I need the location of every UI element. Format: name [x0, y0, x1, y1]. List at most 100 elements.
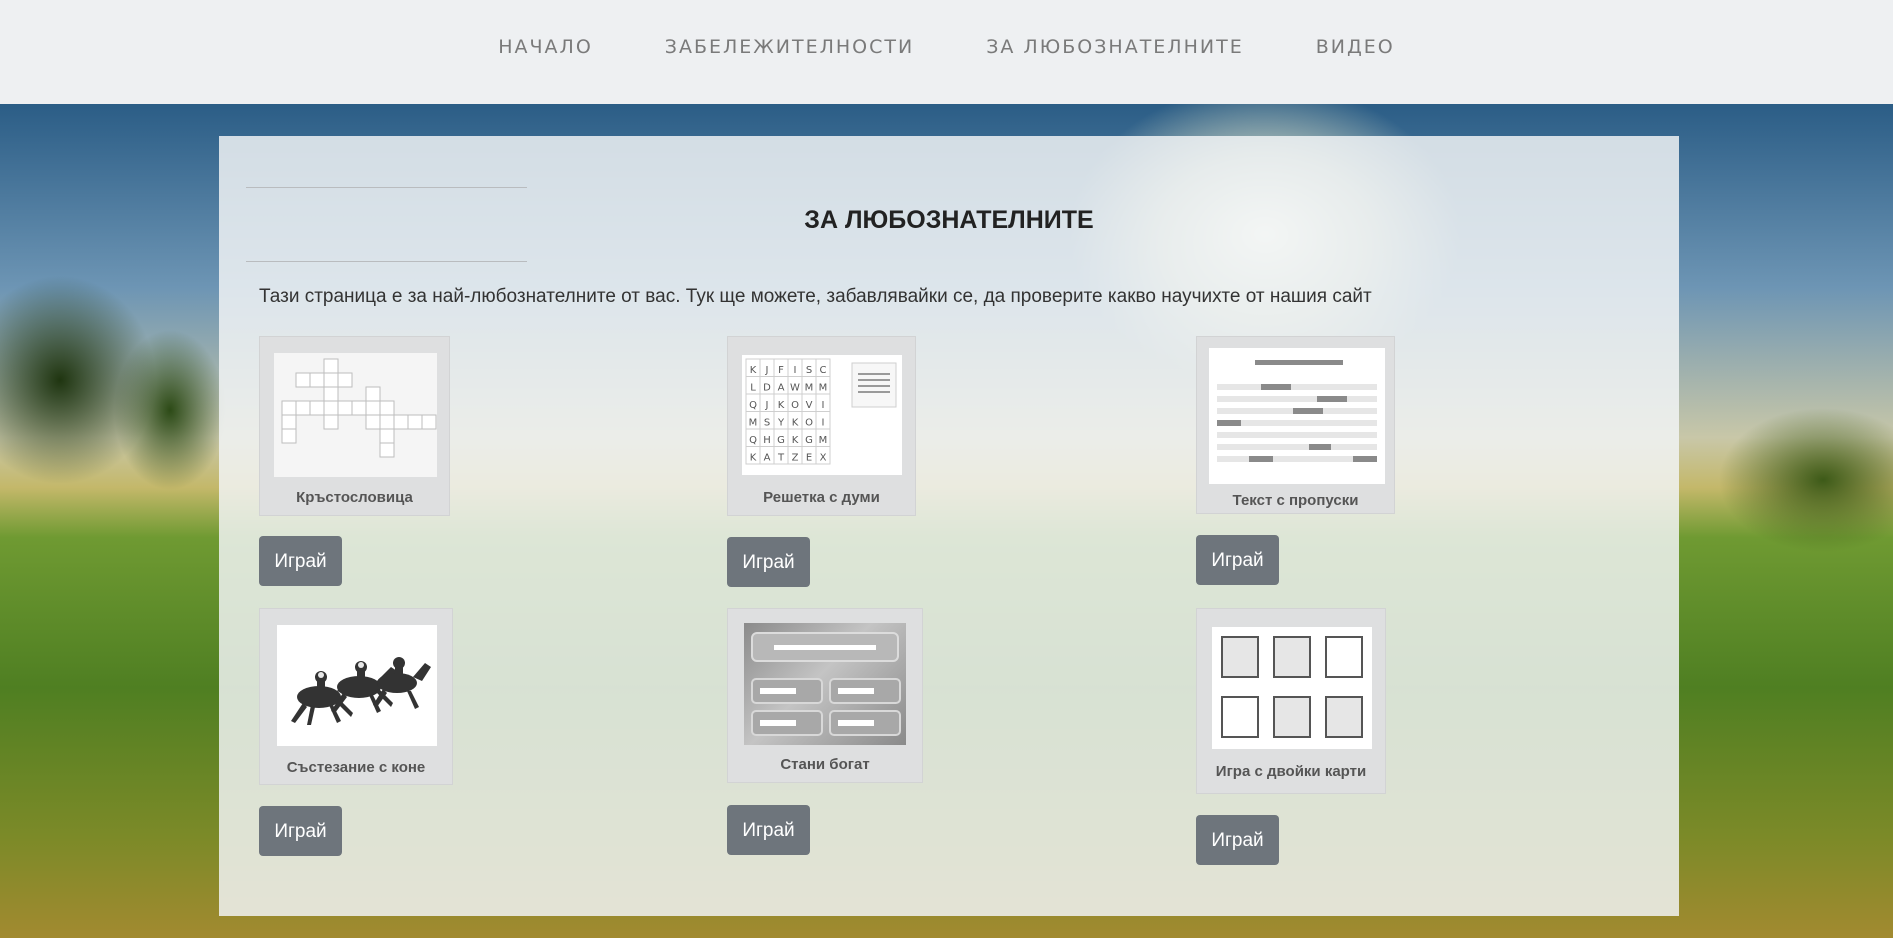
word-grid-letter: Z — [792, 453, 799, 464]
game-label: Стани богат — [780, 756, 870, 773]
intro-text: Тази страница е за най-любознателните от… — [259, 286, 1372, 307]
decorative-rule-top — [246, 187, 527, 188]
nav-item-curious[interactable]: ЗА ЛЮБОЗНАТЕЛНИТЕ — [950, 36, 1279, 58]
word-grid-letter: J — [765, 365, 769, 376]
crossword-cell — [365, 386, 381, 402]
word-grid-letter: I — [794, 365, 797, 376]
word-grid-letter: W — [790, 383, 800, 394]
crossword-cell — [379, 428, 395, 444]
crossword-cell — [323, 386, 339, 402]
word-grid-letter: O — [805, 418, 813, 429]
crossword-cell — [379, 442, 395, 458]
word-grid-letter: J — [765, 400, 769, 411]
game-card-horse-race[interactable]: Състезание с коне — [259, 608, 453, 785]
word-grid-letter: K — [792, 435, 799, 446]
word-grid-letter: G — [805, 435, 813, 446]
crossword-cell — [393, 414, 409, 430]
crossword-cell — [323, 400, 339, 416]
game-label: Текст с пропуски — [1232, 492, 1359, 509]
crossword-cell — [323, 358, 339, 374]
crossword-cell — [323, 372, 339, 388]
word-grid-letter: M — [819, 383, 828, 394]
crossword-cell — [281, 400, 297, 416]
play-button-horse-race[interactable]: Играй — [259, 806, 342, 856]
game-label: Кръстословица — [296, 489, 413, 506]
word-grid-letter: K — [750, 365, 757, 376]
word-grid-letter: T — [777, 453, 785, 464]
matching-cards-icon — [1212, 627, 1372, 749]
word-grid-letter: M — [805, 383, 814, 394]
word-grid-letter: S — [764, 418, 770, 429]
play-button-word-grid[interactable]: Играй — [727, 537, 810, 587]
crossword-cell — [295, 400, 311, 416]
nav-item-video[interactable]: ВИДЕО — [1280, 36, 1431, 58]
top-navbar: НАЧАЛО ЗАБЕЛЕЖИТЕЛНОСТИ ЗА ЛЮБОЗНАТЕЛНИТ… — [0, 0, 1893, 104]
crossword-cell — [281, 414, 297, 430]
crossword-cell — [309, 400, 325, 416]
word-grid-letter: Q — [749, 400, 757, 411]
crossword-cell — [309, 372, 325, 388]
page-title: ЗА ЛЮБОЗНАТЕЛНИТЕ — [804, 206, 1094, 234]
crossword-cell — [337, 372, 353, 388]
word-list-line — [858, 391, 890, 393]
word-grid-letter: F — [778, 365, 784, 376]
game-card-crossword[interactable]: Кръстословица — [259, 336, 450, 516]
word-grid-letter: I — [822, 418, 825, 429]
fill-blanks-icon — [1209, 348, 1385, 484]
game-card-word-grid[interactable]: KJFISCLDAWMMQJKOVIMSYKOIQHGKGMKATZEX Реш… — [727, 336, 916, 516]
word-grid-icon: KJFISCLDAWMMQJKOVIMSYKOIQHGKGMKATZEX — [742, 355, 902, 475]
crossword-cell — [379, 400, 395, 416]
crossword-icon — [274, 353, 437, 477]
horse-race-icon — [277, 625, 437, 746]
play-button-crossword[interactable]: Играй — [259, 536, 342, 586]
word-grid-letter: O — [791, 400, 799, 411]
word-grid-letter: D — [763, 383, 771, 394]
background-trees-left — [0, 260, 230, 500]
word-grid-letter: L — [750, 383, 756, 394]
crossword-cell — [365, 400, 381, 416]
nav-item-landmarks[interactable]: ЗАБЕЛЕЖИТЕЛНОСТИ — [629, 36, 950, 58]
game-label: Решетка с думи — [763, 489, 880, 506]
crossword-cell — [351, 400, 367, 416]
word-grid-letter: Q — [749, 435, 757, 446]
word-grid-letter: Y — [777, 418, 785, 429]
word-grid-letter: M — [819, 435, 828, 446]
game-label: Игра с двойки карти — [1215, 763, 1367, 780]
word-list-line — [858, 379, 890, 381]
word-grid-letter: K — [778, 400, 785, 411]
word-grid-letter: M — [749, 418, 758, 429]
word-grid-letter: G — [777, 435, 785, 446]
crossword-cell — [337, 400, 353, 416]
word-grid-letter: A — [778, 383, 785, 394]
word-grid-letter: V — [806, 400, 813, 411]
nav-list: НАЧАЛО ЗАБЕЛЕЖИТЕЛНОСТИ ЗА ЛЮБОЗНАТЕЛНИТ… — [462, 36, 1431, 58]
word-grid-letter: X — [820, 453, 827, 464]
crossword-cell — [407, 414, 423, 430]
background-trees-right — [1663, 380, 1893, 560]
quiz-icon — [744, 623, 906, 745]
play-button-matching-cards[interactable]: Играй — [1196, 815, 1279, 865]
content-panel: ЗА ЛЮБОЗНАТЕЛНИТЕ Тази страница е за най… — [219, 136, 1679, 916]
word-grid-letter: C — [820, 365, 827, 376]
decorative-rule-bottom — [246, 261, 527, 262]
word-grid-letter: I — [822, 400, 825, 411]
game-card-fill-blanks[interactable]: Текст с пропуски — [1196, 336, 1395, 514]
game-label: Състезание с коне — [286, 759, 426, 776]
crossword-cell — [281, 428, 297, 444]
play-button-fill-blanks[interactable]: Играй — [1196, 535, 1279, 585]
crossword-cell — [365, 414, 381, 430]
word-grid-letter: K — [792, 418, 799, 429]
crossword-cell — [421, 414, 437, 430]
word-grid-letter: E — [806, 453, 812, 464]
nav-item-home[interactable]: НАЧАЛО — [462, 36, 629, 58]
word-grid-letter: K — [750, 453, 757, 464]
word-grid-letter: H — [763, 435, 771, 446]
game-card-quiz[interactable]: Стани богат — [727, 608, 923, 783]
word-list-line — [858, 373, 890, 375]
crossword-cell — [295, 372, 311, 388]
game-card-matching-cards[interactable]: Игра с двойки карти — [1196, 608, 1386, 794]
word-grid-letter: S — [806, 365, 812, 376]
word-grid-letter: A — [764, 453, 771, 464]
play-button-quiz[interactable]: Играй — [727, 805, 810, 855]
crossword-cell — [379, 414, 395, 430]
